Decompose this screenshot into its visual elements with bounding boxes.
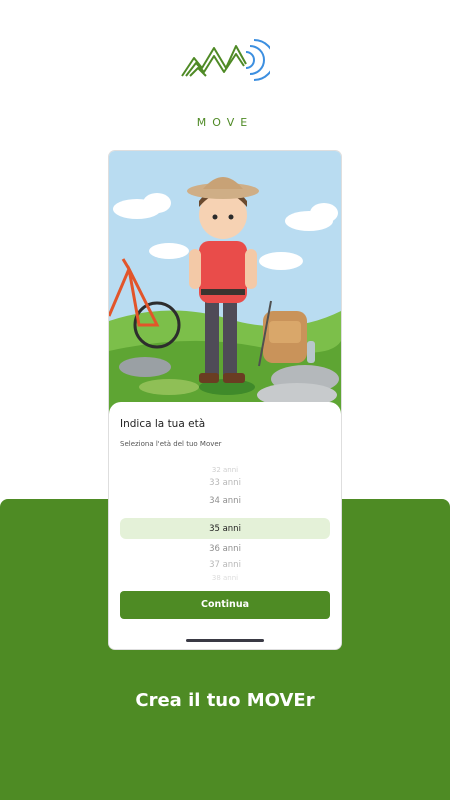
- home-indicator: [186, 639, 264, 642]
- sheet-title: Indica la tua età: [120, 418, 206, 430]
- age-option[interactable]: 32 anni: [109, 466, 341, 474]
- age-option[interactable]: 37 anni: [109, 560, 341, 570]
- phone-mockup: Indica la tua età Seleziona l'età del tu…: [109, 151, 341, 649]
- age-picker[interactable]: 32 anni 33 anni 34 anni 35 anni 36 anni …: [109, 466, 341, 582]
- mover-illustration: [109, 151, 341, 421]
- age-bottom-sheet: Indica la tua età Seleziona l'età del tu…: [109, 402, 341, 649]
- age-option[interactable]: 33 anni: [109, 478, 341, 488]
- age-option[interactable]: 38 anni: [109, 574, 341, 582]
- mountain-logo-icon: [181, 39, 270, 81]
- age-option[interactable]: 34 anni: [109, 496, 341, 506]
- sheet-subtitle: Seleziona l'età del tuo Mover: [120, 440, 222, 448]
- move-logo: MOVE: [180, 36, 270, 129]
- tagline: Crea il tuo MOVEr: [135, 690, 315, 711]
- continue-button[interactable]: Continua: [120, 591, 330, 619]
- age-option-selected[interactable]: 35 anni: [109, 524, 341, 534]
- brand-name: MOVE: [196, 116, 254, 129]
- age-option[interactable]: 36 anni: [109, 544, 341, 554]
